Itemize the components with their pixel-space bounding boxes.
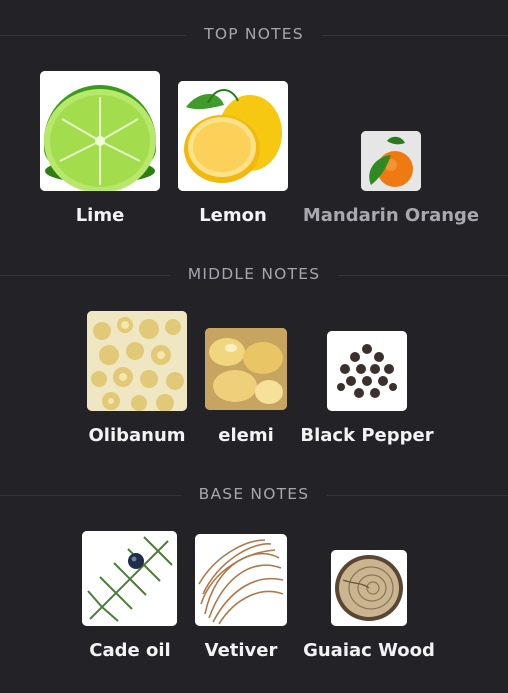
middle-notes-title: MIDDLE NOTES <box>169 265 339 283</box>
top-notes-heading: TOP NOTES <box>0 25 508 43</box>
note-label-elemi: elemi <box>218 425 274 446</box>
note-label-black-pepper: Black Pepper <box>300 425 434 446</box>
note-label-guaiac-wood: Guaiac Wood <box>303 640 435 661</box>
lemon-image[interactable] <box>178 81 288 191</box>
note-label-lemon: Lemon <box>199 205 267 226</box>
top-notes-title: TOP NOTES <box>186 25 322 43</box>
base-notes-title: BASE NOTES <box>180 485 328 503</box>
note-label-vetiver: Vetiver <box>204 640 278 661</box>
elemi-image[interactable] <box>205 328 287 410</box>
black-pepper-image[interactable] <box>327 331 407 411</box>
lime-image[interactable] <box>40 71 160 191</box>
note-label-olibanum: Olibanum <box>88 425 186 446</box>
base-notes-heading: BASE NOTES <box>0 485 508 503</box>
note-label-mandarin-orange: Mandarin Orange <box>302 205 480 226</box>
guaiac-wood-image[interactable] <box>331 550 407 626</box>
cade-oil-image[interactable] <box>82 531 177 626</box>
vetiver-image[interactable] <box>195 534 287 626</box>
note-label-lime: Lime <box>75 205 125 226</box>
mandarin-orange-image[interactable] <box>361 131 421 191</box>
middle-notes-heading: MIDDLE NOTES <box>0 265 508 283</box>
note-label-cade-oil: Cade oil <box>89 640 171 661</box>
olibanum-image[interactable] <box>87 311 187 411</box>
